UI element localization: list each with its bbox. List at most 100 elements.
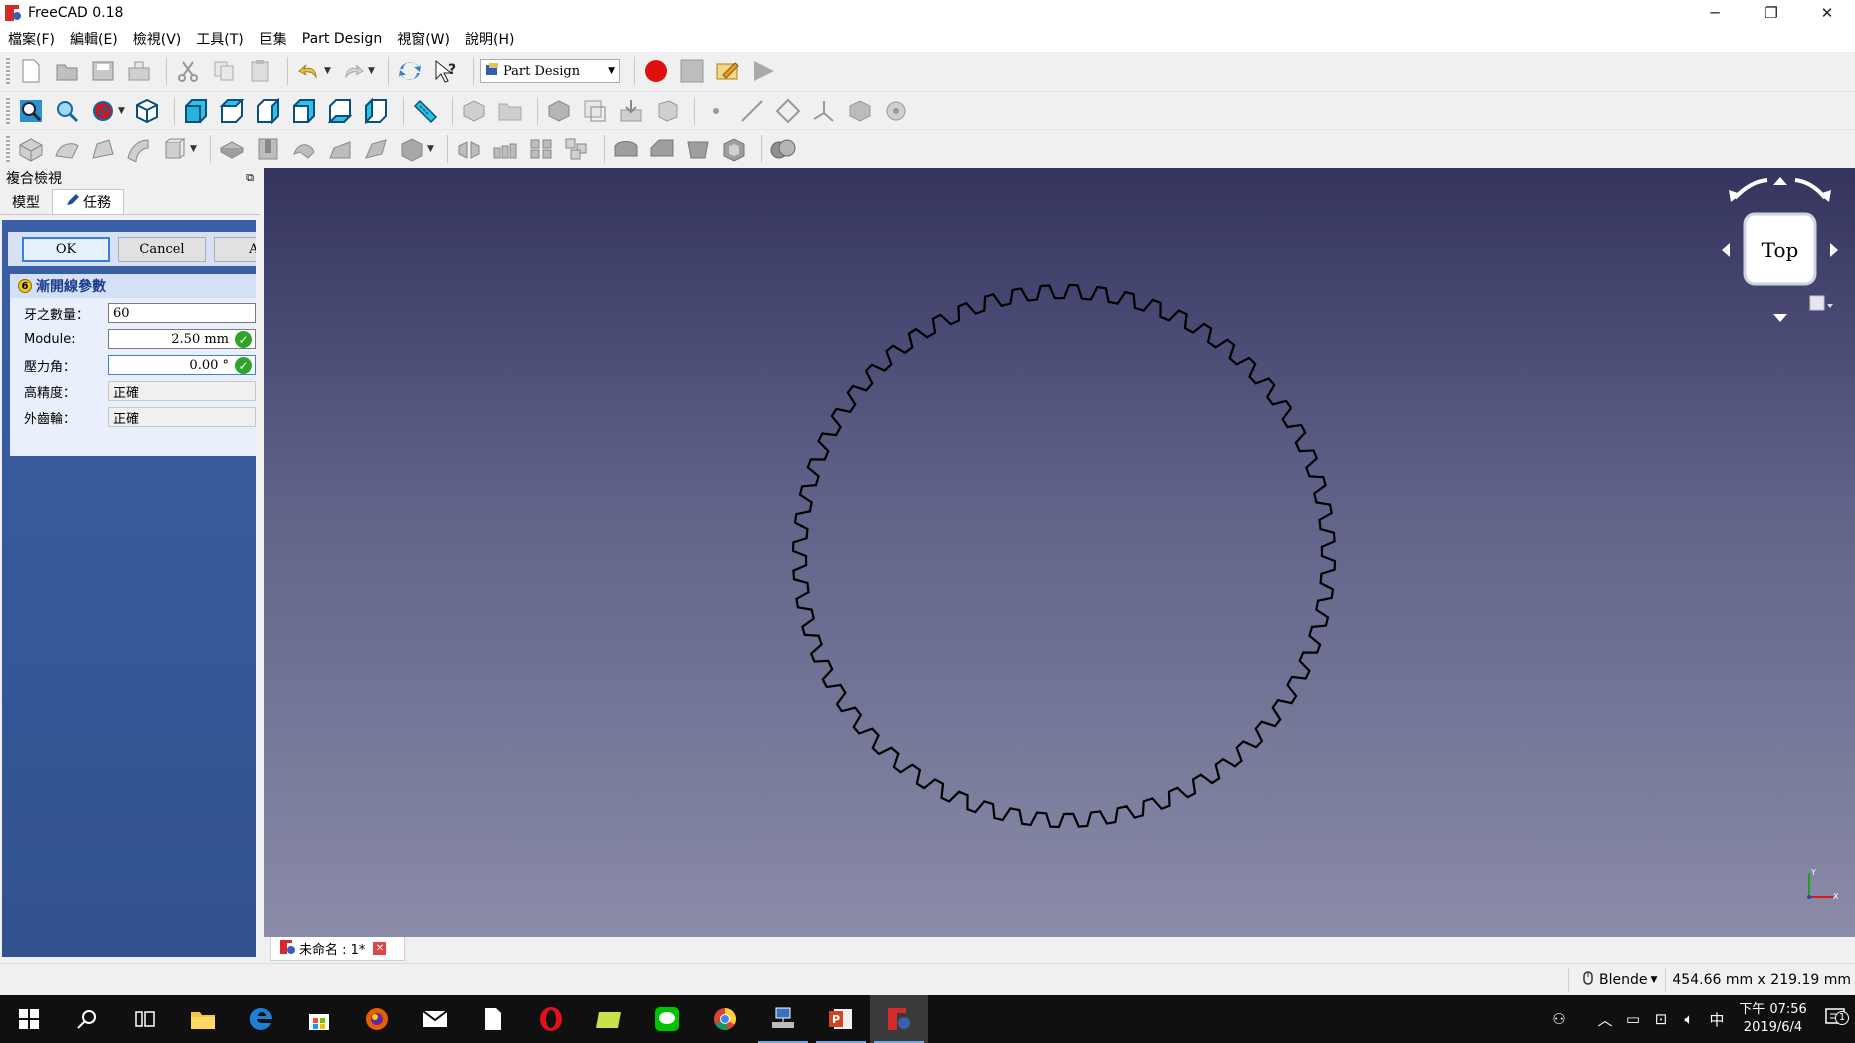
refresh-icon[interactable] (395, 56, 425, 86)
view-left-icon[interactable] (361, 96, 391, 126)
module-input[interactable]: 2.50 mm ✓ (108, 329, 256, 349)
subtractive-primitive-dropdown-icon[interactable]: ▼ (427, 144, 435, 154)
firefox-icon[interactable] (348, 995, 406, 1043)
validate-sketch-icon[interactable] (616, 96, 646, 126)
menu-tools[interactable]: 工具(T) (196, 29, 243, 49)
create-group-icon[interactable] (495, 96, 525, 126)
copy-button[interactable] (209, 56, 239, 86)
toolbar-grip[interactable] (6, 135, 10, 162)
battery-icon[interactable]: ▭ (1619, 1010, 1647, 1028)
shape-binder-icon[interactable] (652, 96, 682, 126)
measure-distance-icon[interactable] (410, 96, 440, 126)
tab-model[interactable]: 模型 (0, 189, 52, 214)
view-right-icon[interactable] (253, 96, 283, 126)
subtractive-primitive-icon[interactable] (397, 134, 427, 164)
windows-start-icon[interactable] (0, 995, 58, 1043)
menu-help[interactable]: 說明(H) (465, 29, 514, 49)
fillet-icon[interactable] (611, 134, 641, 164)
clock[interactable]: 下午 07:56 2019/6/4 (1731, 1001, 1815, 1037)
view-isometric-icon[interactable] (132, 96, 162, 126)
polar-pattern-icon[interactable] (526, 134, 556, 164)
high-precision-select[interactable]: 正確 (108, 381, 256, 401)
teeth-count-input[interactable]: 60 (108, 303, 256, 323)
toolbar-grip[interactable] (6, 58, 10, 84)
subtractive-pipe-icon[interactable] (361, 134, 391, 164)
3d-viewport[interactable]: Top Y X (264, 168, 1855, 937)
minimize-button[interactable]: ─ (1687, 0, 1743, 26)
menu-part-design[interactable]: Part Design (302, 31, 382, 47)
datum-plane-icon[interactable] (773, 96, 803, 126)
menu-windows[interactable]: 視窗(W) (397, 29, 450, 49)
view-front-icon[interactable] (181, 96, 211, 126)
additive-loft-icon[interactable] (88, 134, 118, 164)
redo-icon[interactable] (338, 56, 368, 86)
cancel-button[interactable]: Cancel (118, 236, 206, 262)
boolean-icon[interactable] (768, 134, 798, 164)
notepad-icon[interactable] (464, 995, 522, 1043)
close-button[interactable]: ✕ (1799, 0, 1855, 26)
view-top-icon[interactable] (217, 96, 247, 126)
menu-edit[interactable]: 編輯(E) (70, 29, 118, 49)
tab-tasks[interactable]: 任務 (52, 189, 124, 214)
redo-dropdown-icon[interactable]: ▼ (368, 66, 376, 76)
clone-icon[interactable] (845, 96, 875, 126)
show-hidden-icons-chevron-icon[interactable]: ︿ (1591, 1009, 1619, 1030)
datum-line-icon[interactable] (737, 96, 767, 126)
ok-button[interactable]: OK (22, 236, 110, 262)
macro-edit-icon[interactable] (713, 56, 743, 86)
undo-icon[interactable] (294, 56, 324, 86)
menu-file[interactable]: 檔案(F) (8, 29, 55, 49)
pocket-icon[interactable] (217, 134, 247, 164)
line-app-icon[interactable] (638, 995, 696, 1043)
mail-icon[interactable] (406, 995, 464, 1043)
menu-macro[interactable]: 巨集 (259, 29, 287, 49)
pressure-angle-input[interactable]: 0.00 ° ✓ (108, 355, 256, 375)
macro-stop-icon[interactable] (677, 56, 707, 86)
create-part-icon[interactable] (459, 96, 489, 126)
thickness-icon[interactable] (719, 134, 749, 164)
sticky-notes-icon[interactable] (580, 995, 638, 1043)
linear-pattern-icon[interactable] (490, 134, 520, 164)
save-as-button[interactable] (124, 56, 154, 86)
sub-shape-binder-icon[interactable] (881, 96, 911, 126)
additive-pipe-icon[interactable] (124, 134, 154, 164)
microsoft-store-icon[interactable] (290, 995, 348, 1043)
ime-indicator[interactable]: 中 (1703, 1009, 1731, 1030)
network-icon[interactable]: ⊡ (1647, 1010, 1675, 1028)
paste-button[interactable] (245, 56, 275, 86)
file-explorer-icon[interactable] (174, 995, 232, 1043)
revolution-icon[interactable] (52, 134, 82, 164)
whats-this-icon[interactable]: ? (431, 56, 461, 86)
additive-primitive-icon[interactable] (160, 134, 190, 164)
multi-transform-icon[interactable] (562, 134, 592, 164)
draw-style-icon[interactable] (88, 96, 118, 126)
additive-primitive-dropdown-icon[interactable]: ▼ (190, 144, 198, 154)
document-tab[interactable]: 未命名 : 1* ✕ (270, 937, 405, 961)
hole-icon[interactable] (253, 134, 283, 164)
undock-icon[interactable]: ⧉ (246, 171, 254, 185)
people-icon[interactable]: ⚇ (1545, 1010, 1573, 1028)
search-icon[interactable] (58, 995, 116, 1043)
view-rear-icon[interactable] (289, 96, 319, 126)
undo-dropdown-icon[interactable]: ▼ (324, 66, 332, 76)
restore-button[interactable]: ❐ (1743, 0, 1799, 26)
draw-style-dropdown-icon[interactable]: ▼ (118, 106, 126, 116)
new-document-button[interactable] (16, 56, 46, 86)
cut-button[interactable] (173, 56, 203, 86)
toolbar-grip[interactable] (6, 97, 10, 124)
datum-point-icon[interactable] (701, 96, 731, 126)
save-button[interactable] (88, 56, 118, 86)
pad-icon[interactable] (16, 134, 46, 164)
freecad-taskbar-icon[interactable] (870, 995, 928, 1043)
chrome-icon[interactable] (696, 995, 754, 1043)
mirrored-icon[interactable] (454, 134, 484, 164)
fit-selection-icon[interactable] (52, 96, 82, 126)
navigation-cube[interactable]: Top (1705, 168, 1855, 328)
apply-button[interactable]: Ap (214, 236, 256, 262)
workbench-selector[interactable]: Part Design ▼ (480, 59, 620, 83)
opera-icon[interactable] (522, 995, 580, 1043)
local-coordinate-system-icon[interactable] (809, 96, 839, 126)
involute-parameters-header[interactable]: 6 漸開線參數 (10, 274, 256, 298)
task-view-icon[interactable] (116, 995, 174, 1043)
menu-view[interactable]: 檢視(V) (133, 29, 182, 49)
